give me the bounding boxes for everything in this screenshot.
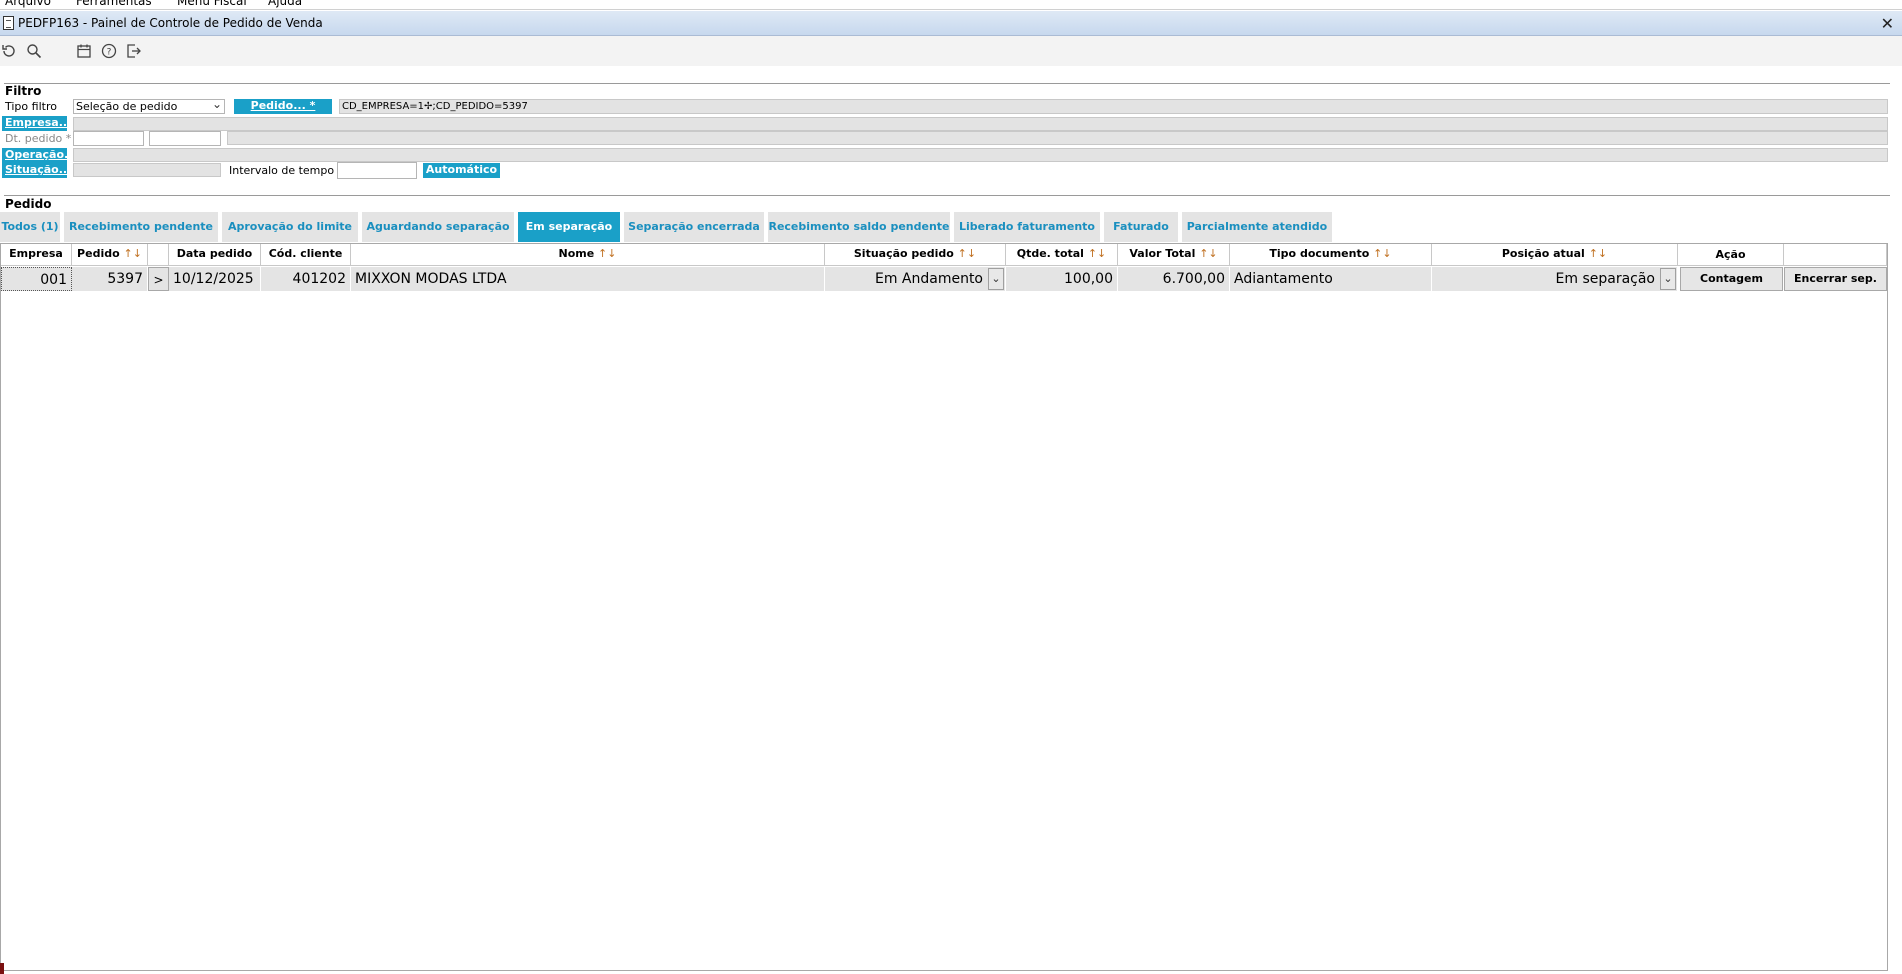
menu-ferramentas[interactable]: Ferramentas — [76, 0, 152, 8]
exit-icon[interactable] — [126, 43, 142, 59]
help-icon[interactable]: ? — [101, 43, 117, 59]
dt-pedido-label: Dt. pedido * — [5, 132, 72, 145]
col-qtde-total[interactable]: Qtde. total ↑↓ — [1006, 244, 1118, 266]
contagem-button[interactable]: Contagem — [1680, 267, 1783, 291]
cell-qtde-total[interactable]: 100,00 — [1006, 267, 1118, 291]
cell-cod-cliente[interactable]: 401202 — [261, 267, 351, 291]
toolbar: ? — [0, 36, 1902, 66]
tab-em-separacao[interactable]: Em separação (1) — [518, 212, 622, 263]
cell-nome[interactable]: MIXXON MODAS LTDA — [351, 267, 825, 291]
tipo-filtro-value: Seleção de pedido — [76, 100, 178, 113]
situacao-dropdown-icon[interactable]: ⌄ — [988, 268, 1004, 290]
col-situacao-pedido[interactable]: Situação pedido ↑↓ — [825, 244, 1006, 266]
chevron-down-icon: ⌄ — [211, 97, 222, 111]
dt-pedido-end-field[interactable] — [149, 131, 221, 146]
cell-tipo-documento[interactable]: Adiantamento — [1230, 267, 1432, 291]
empresa-button[interactable]: Empresa...* — [2, 116, 77, 131]
tab-aguardando-separacao[interactable]: Aguardando separação (0) — [362, 212, 516, 263]
col-tipo-documento[interactable]: Tipo documento ↑↓ — [1230, 244, 1432, 266]
encerrar-sep-button[interactable]: Encerrar sep. — [1784, 267, 1887, 291]
pedidos-grid: Empresa ↑↓ Pedido ↑↓ Data pedido ↑↓ Cód.… — [0, 243, 1888, 971]
cell-pedido[interactable]: 5397 — [72, 267, 148, 291]
col-posicao-atual[interactable]: Posição atual ↑↓ — [1432, 244, 1678, 266]
situacao-button[interactable]: Situação... — [2, 163, 71, 178]
status-indicator — [0, 963, 4, 974]
svg-text:?: ? — [107, 48, 112, 58]
tab-aprovacao-limite[interactable]: Aprovação do limite (0) — [222, 212, 360, 263]
col-nome[interactable]: Nome ↑↓ — [351, 244, 825, 266]
menu-ajuda[interactable]: Ajuda — [268, 0, 302, 8]
menu-arquivo[interactable]: Arquivo — [5, 0, 51, 8]
search-icon[interactable] — [26, 43, 42, 59]
col-data-pedido[interactable]: Data pedido ↑↓ — [169, 244, 261, 280]
document-icon — [3, 16, 14, 30]
window-title-bar: PEDFP163 - Painel de Controle de Pedido … — [0, 11, 1902, 36]
col-cod-cliente[interactable]: Cód. cliente ↑↓ — [261, 244, 351, 280]
col-expand — [148, 244, 169, 266]
tab-recebimento-saldo[interactable]: Recebimento saldo pendente (0) — [768, 212, 952, 263]
col-acao: Ação — [1678, 244, 1784, 266]
tab-recebimento-pendente[interactable]: Recebimento pendente (0) — [64, 212, 220, 263]
operacao-button[interactable]: Operação... — [2, 148, 77, 163]
cell-valor-total[interactable]: 6.700,00 — [1118, 267, 1230, 291]
automatico-button[interactable]: Automático — [423, 163, 500, 178]
tab-todos[interactable]: Todos (1) — [0, 212, 62, 242]
tab-parcialmente-atendido[interactable]: Parcialmente atendido (0) — [1182, 212, 1334, 263]
col-valor-total[interactable]: Valor Total ↑↓ — [1118, 244, 1230, 266]
menu-fiscal[interactable]: Menu Fiscal — [177, 0, 247, 8]
tipo-filtro-select[interactable]: Seleção de pedido ⌄ — [73, 97, 225, 114]
close-icon[interactable]: ✕ — [1881, 14, 1894, 33]
status-tabs: Todos (1) Recebimento pendente (0) Aprov… — [0, 212, 1902, 263]
window-title: PEDFP163 - Painel de Controle de Pedido … — [18, 16, 323, 30]
tab-faturado[interactable]: Faturado (0) — [1104, 212, 1180, 263]
operacao-field[interactable] — [73, 148, 1888, 162]
empresa-field[interactable] — [73, 117, 1888, 131]
cell-situacao-pedido[interactable]: Em Andamento — [825, 267, 1006, 291]
col-pedido[interactable]: Pedido ↑↓ — [72, 244, 148, 266]
row-expand-button[interactable]: > — [148, 267, 169, 291]
refresh-icon[interactable] — [1, 43, 17, 59]
posicao-dropdown-icon[interactable]: ⌄ — [1660, 268, 1676, 290]
tab-liberado-faturamento[interactable]: Liberado faturamento (0) — [954, 212, 1102, 263]
dt-pedido-extra-field — [227, 131, 1888, 145]
pedido-title: Pedido — [5, 197, 52, 211]
calendar-icon[interactable] — [76, 43, 92, 59]
pedido-button[interactable]: Pedido... * — [234, 99, 332, 114]
filtro-title: Filtro — [5, 84, 42, 98]
pedido-divider — [4, 195, 1890, 196]
filtro-divider — [4, 83, 1890, 84]
cell-data-pedido[interactable]: 10/12/2025 — [169, 267, 261, 291]
cell-empresa[interactable]: 001 — [1, 267, 72, 291]
menu-bar: Arquivo Ferramentas Menu Fiscal Ajuda — [0, 0, 1902, 10]
tab-separacao-encerrada[interactable]: Separação encerrada (0) — [624, 212, 766, 263]
situacao-field[interactable] — [73, 163, 221, 177]
dt-pedido-start-field[interactable] — [73, 131, 144, 146]
tipo-filtro-label: Tipo filtro — [5, 100, 57, 113]
pedido-filter-field[interactable]: CD_EMPRESA=1✢;CD_PEDIDO=5397 — [339, 99, 1888, 114]
cell-posicao-atual[interactable]: Em separação — [1432, 267, 1678, 291]
col-acao-2 — [1784, 244, 1887, 266]
intervalo-label: Intervalo de tempo — [229, 164, 335, 177]
col-empresa[interactable]: Empresa ↑↓ — [1, 244, 72, 280]
intervalo-field[interactable] — [337, 162, 417, 179]
